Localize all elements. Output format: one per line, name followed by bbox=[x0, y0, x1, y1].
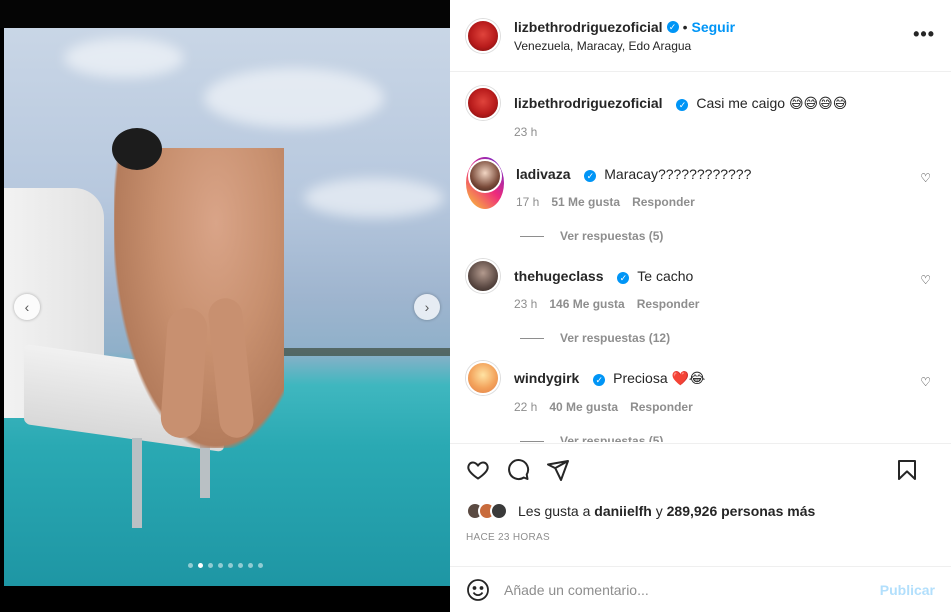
comment-like-icon[interactable]: ♡ bbox=[920, 273, 931, 287]
likes-summary: Les gusta a daniielfh y 289,926 personas… bbox=[450, 496, 951, 526]
comment-item: windygirk ✓ Preciosa ❤️😂 22 h 40 Me gust… bbox=[466, 361, 935, 414]
verified-icon: ✓ bbox=[666, 20, 679, 33]
comment-time[interactable]: 23 h bbox=[514, 297, 537, 311]
comment-avatar[interactable] bbox=[468, 159, 502, 193]
reply-button[interactable]: Responder bbox=[632, 195, 695, 209]
post-actions: Les gusta a daniielfh y 289,926 personas… bbox=[450, 443, 951, 543]
comment-text: Maracay???????????? bbox=[604, 166, 752, 182]
comments-list: lizbethrodriguezoficial ✓ Casi me caigo … bbox=[450, 72, 951, 442]
publish-button[interactable]: Publicar bbox=[880, 582, 935, 598]
comment-likes[interactable]: 40 Me gusta bbox=[549, 400, 618, 414]
likes-middle: y bbox=[655, 503, 663, 519]
view-replies-label: Ver respuestas (5) bbox=[560, 434, 664, 442]
caption-text: Casi me caigo bbox=[696, 95, 786, 111]
comment-icon[interactable] bbox=[506, 458, 530, 482]
likes-prefix: Les gusta a bbox=[518, 503, 591, 519]
carousel-dot bbox=[198, 563, 203, 568]
carousel-dot bbox=[238, 563, 243, 568]
post-photo bbox=[4, 28, 450, 586]
chevron-right-icon: › bbox=[424, 299, 430, 315]
comment-emojis: ❤️😂 bbox=[671, 371, 706, 387]
caption-avatar[interactable] bbox=[466, 86, 500, 120]
comment-text: Te cacho bbox=[637, 268, 694, 284]
verified-icon: ✓ bbox=[617, 272, 630, 284]
heart-icon[interactable] bbox=[466, 458, 490, 482]
caption-username[interactable]: lizbethrodriguezoficial bbox=[514, 95, 663, 111]
comment-avatar[interactable] bbox=[466, 361, 500, 395]
carousel-dot bbox=[218, 563, 223, 568]
post-media: ‹ › bbox=[0, 0, 450, 612]
view-replies-button[interactable]: Ver respuestas (12) bbox=[520, 331, 935, 345]
likes-count[interactable]: 289,926 personas más bbox=[667, 503, 816, 519]
carousel-dot bbox=[208, 563, 213, 568]
chevron-left-icon: ‹ bbox=[24, 299, 30, 315]
emoji-picker-icon[interactable] bbox=[466, 578, 490, 602]
liker-avatar bbox=[490, 502, 508, 520]
comment-text: Preciosa bbox=[613, 370, 668, 386]
comment-time[interactable]: 17 h bbox=[516, 195, 539, 209]
post-location[interactable]: Venezuela, Maracay, Edo Aragua bbox=[514, 39, 735, 53]
view-replies-label: Ver respuestas (5) bbox=[560, 229, 664, 243]
comment-item: thehugeclass ✓ Te cacho 23 h 146 Me gust… bbox=[466, 259, 935, 311]
caption-time[interactable]: 23 h bbox=[514, 125, 537, 139]
comment-username[interactable]: ladivaza bbox=[516, 166, 570, 182]
caption-emojis: 😅😅😅😅 bbox=[788, 96, 848, 112]
carousel-next-button[interactable]: › bbox=[414, 294, 440, 320]
comment-like-icon[interactable]: ♡ bbox=[920, 171, 931, 185]
comment-input[interactable] bbox=[504, 581, 880, 598]
posted-ago[interactable]: HACE 23 HORAS bbox=[450, 526, 951, 543]
reply-button[interactable]: Responder bbox=[630, 400, 693, 414]
carousel-dot bbox=[228, 563, 233, 568]
carousel-dot bbox=[258, 563, 263, 568]
comment-username[interactable]: thehugeclass bbox=[514, 268, 603, 284]
carousel-dot bbox=[248, 563, 253, 568]
top-strip bbox=[0, 0, 450, 28]
comment-like-icon[interactable]: ♡ bbox=[920, 375, 931, 389]
comment-avatar[interactable] bbox=[466, 259, 500, 293]
reply-button[interactable]: Responder bbox=[637, 297, 700, 311]
verified-icon: ✓ bbox=[593, 374, 606, 386]
comment-bar: Publicar bbox=[450, 566, 951, 612]
view-replies-button[interactable]: Ver respuestas (5) bbox=[520, 434, 935, 442]
share-icon[interactable] bbox=[546, 458, 570, 482]
comment-time[interactable]: 22 h bbox=[514, 400, 537, 414]
view-replies-button[interactable]: Ver respuestas (5) bbox=[520, 229, 935, 243]
caption: lizbethrodriguezoficial ✓ Casi me caigo … bbox=[466, 86, 935, 139]
more-options-icon[interactable]: ••• bbox=[913, 24, 935, 45]
comment-likes[interactable]: 51 Me gusta bbox=[551, 195, 620, 209]
comment-likes[interactable]: 146 Me gusta bbox=[549, 297, 624, 311]
carousel-prev-button[interactable]: ‹ bbox=[14, 294, 40, 320]
separator: • bbox=[682, 18, 688, 35]
liker-avatars bbox=[466, 502, 508, 520]
comment-username[interactable]: windygirk bbox=[514, 370, 579, 386]
author-avatar[interactable] bbox=[466, 18, 500, 53]
follow-button[interactable]: Seguir bbox=[691, 19, 735, 35]
post-panel: lizbethrodriguezoficial ✓ • Seguir Venez… bbox=[450, 0, 951, 612]
carousel-dot bbox=[188, 563, 193, 568]
carousel-dots bbox=[188, 563, 263, 568]
author-username[interactable]: lizbethrodriguezoficial bbox=[514, 19, 663, 35]
bookmark-icon[interactable] bbox=[895, 458, 919, 482]
view-replies-label: Ver respuestas (12) bbox=[560, 331, 671, 345]
verified-icon: ✓ bbox=[676, 99, 689, 111]
likes-user[interactable]: daniielfh bbox=[594, 503, 652, 519]
comment-item: ladivaza ✓ Maracay???????????? 17 h 51 M… bbox=[466, 157, 935, 209]
verified-icon: ✓ bbox=[584, 170, 597, 182]
post-header: lizbethrodriguezoficial ✓ • Seguir Venez… bbox=[450, 0, 951, 72]
